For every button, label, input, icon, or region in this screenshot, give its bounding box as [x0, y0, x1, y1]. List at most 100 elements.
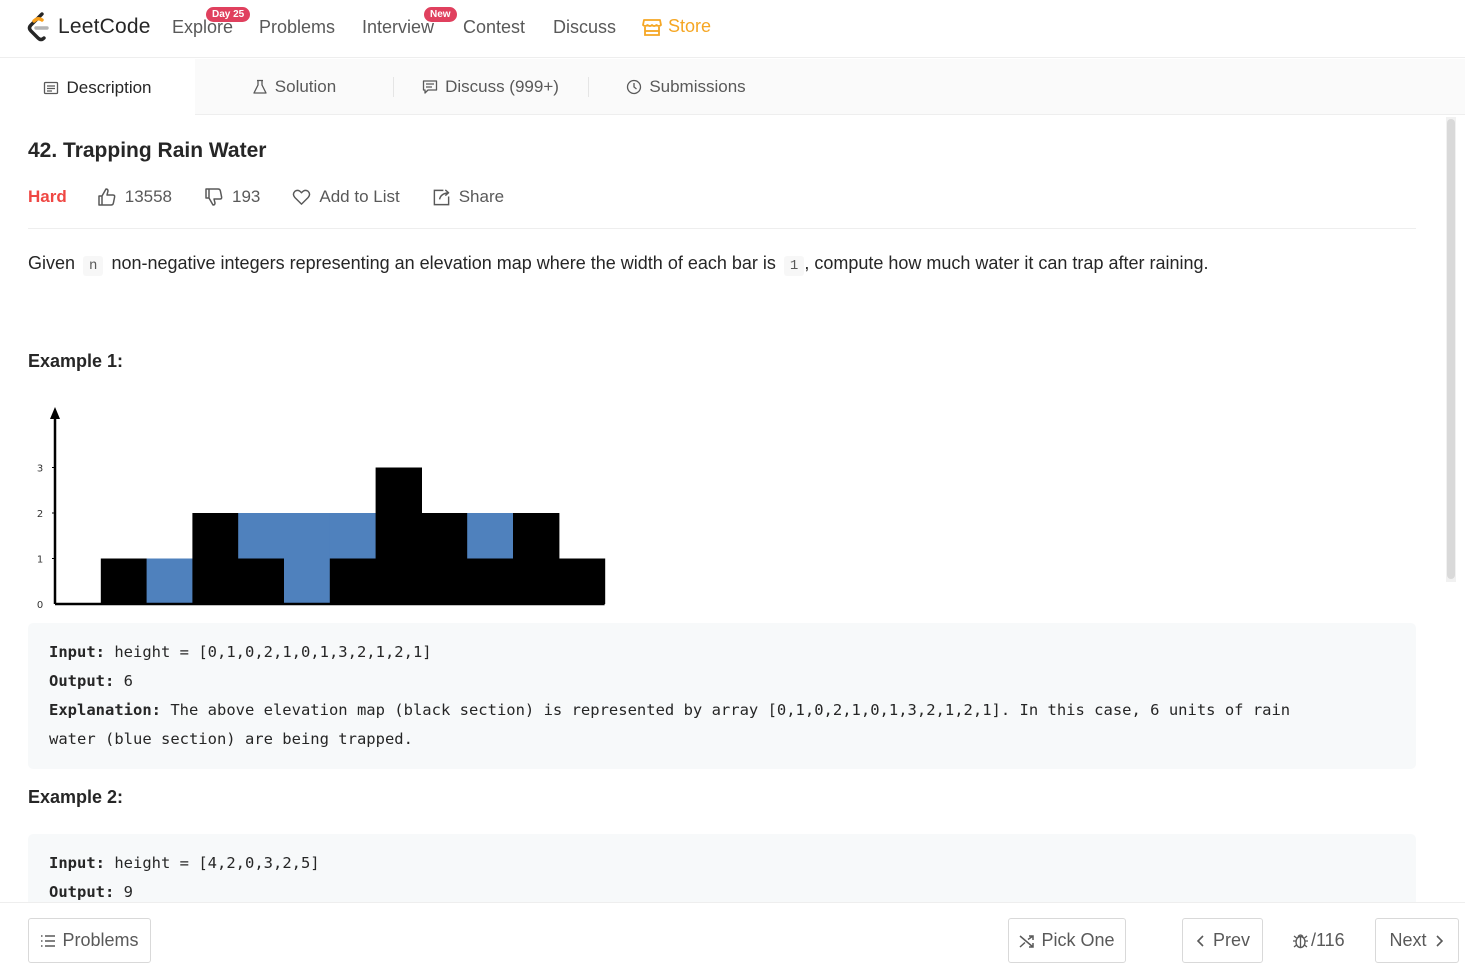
- nav-store[interactable]: Store: [642, 16, 711, 37]
- example-2-code-block: Input: height = [4,2,0,3,2,5] Output: 9: [28, 834, 1416, 902]
- like-button[interactable]: 13558: [97, 187, 172, 207]
- share-label: Share: [458, 187, 505, 206]
- pick-one-button[interactable]: Pick One: [1008, 918, 1126, 963]
- elevation-bar: [513, 513, 560, 604]
- water-bar: [329, 513, 377, 559]
- scrollbar-thumb[interactable]: [1447, 119, 1455, 579]
- next-button[interactable]: Next: [1375, 918, 1459, 963]
- list-icon: [41, 934, 56, 947]
- prev-label: Prev: [1212, 930, 1250, 950]
- y-tick-label: 0: [37, 600, 43, 609]
- y-tick-label: 2: [37, 509, 43, 520]
- elevation-bar: [375, 467, 422, 604]
- input-line: Input: height = [0,1,0,2,1,0,1,3,2,1,2,1…: [49, 638, 1395, 667]
- input-label: Input:: [49, 854, 105, 872]
- problems-list-button[interactable]: Problems: [28, 918, 151, 963]
- example-2-heading: Example 2:: [28, 787, 124, 807]
- water-bar: [146, 558, 193, 604]
- tab-discuss[interactable]: Discuss (999+): [393, 59, 588, 115]
- problems-button-label: Problems: [62, 930, 139, 950]
- statement-text: Given: [28, 253, 76, 273]
- nav-interview-label: Interview: [362, 17, 435, 37]
- new-badge: New: [424, 7, 457, 22]
- nav-problems[interactable]: Problems: [259, 17, 335, 38]
- likes-count: 13558: [124, 187, 173, 206]
- water-bar: [284, 513, 331, 604]
- description-icon: [44, 81, 59, 94]
- divider: [28, 228, 1416, 229]
- elevation-bar: [558, 558, 606, 604]
- prev-button[interactable]: Prev: [1182, 918, 1263, 963]
- y-tick-label: 1: [37, 555, 43, 566]
- explanation-text: The above elevation map (black section) …: [170, 701, 1291, 719]
- output-label: Output:: [49, 672, 115, 690]
- nav-store-label: Store: [668, 16, 712, 36]
- y-tick-label: 3: [37, 464, 43, 475]
- elevation-bar: [467, 558, 514, 604]
- statement-text: non-negative integers representing an el…: [111, 253, 776, 273]
- add-to-list-button[interactable]: Add to List: [292, 187, 400, 207]
- counter-text: /116: [1311, 930, 1345, 950]
- elevation-bar: [100, 558, 148, 604]
- output-label: Output:: [49, 883, 115, 901]
- inline-code: 1: [783, 256, 805, 276]
- clock-icon: [627, 79, 642, 95]
- example-1-heading: Example 1:: [28, 351, 124, 371]
- flask-icon: [253, 79, 267, 94]
- shuffle-icon: [1019, 934, 1035, 948]
- output-value: 6: [123, 672, 134, 690]
- tab-solution-label: Solution: [274, 77, 337, 96]
- input-value: height = [4,2,0,3,2,5]: [114, 854, 320, 872]
- water-bar: [467, 513, 514, 559]
- tab-solution[interactable]: Solution: [195, 59, 393, 115]
- nav-interview[interactable]: Interview New: [362, 7, 457, 38]
- nav-discuss[interactable]: Discuss: [553, 17, 616, 38]
- pick-one-label: Pick One: [1041, 930, 1115, 950]
- share-button[interactable]: Share: [432, 187, 504, 207]
- output-line: Output: 9: [49, 878, 1395, 902]
- input-label: Input:: [49, 643, 105, 661]
- difficulty-label: Hard: [28, 187, 67, 206]
- problem-statement: Given n non-negative integers representi…: [28, 253, 1209, 276]
- problem-tabs: Description Solution Discuss (999+) Subm…: [0, 59, 1465, 116]
- share-icon: [433, 188, 450, 205]
- comment-icon: [422, 80, 438, 94]
- store-icon: [642, 18, 662, 36]
- tab-description-label: Description: [66, 77, 152, 97]
- y-axis-arrow: [50, 407, 60, 419]
- dislikes-count: 193: [232, 187, 261, 206]
- problem-title: 42. Trapping Rain Water: [28, 139, 267, 162]
- elevation-bar: [421, 513, 468, 604]
- statement-text: , compute how much water it can trap aft…: [804, 253, 1209, 273]
- input-line: Input: height = [4,2,0,3,2,5]: [49, 849, 1395, 878]
- nav-explore[interactable]: Explore Day 25: [172, 7, 251, 38]
- footer-bar: Problems Pick One Prev /116 Next: [0, 902, 1465, 973]
- day-badge: Day 25: [206, 7, 251, 22]
- explanation-line: water (blue section) are being trapped.: [49, 730, 413, 748]
- nav-contest[interactable]: Contest: [463, 17, 525, 38]
- thumbs-up-icon: [97, 188, 116, 206]
- elevation-bar: [238, 558, 285, 604]
- leetcode-logo-icon: [27, 12, 49, 42]
- tab-submissions[interactable]: Submissions: [588, 59, 784, 115]
- output-line: Output: 6: [49, 667, 1395, 696]
- top-navbar: LeetCode Explore Day 25 Problems Intervi…: [0, 0, 1465, 58]
- problem-counter[interactable]: /116: [1292, 930, 1345, 951]
- example-1-code-block: Input: height = [0,1,0,2,1,0,1,3,2,1,2,1…: [28, 623, 1416, 769]
- problem-meta: Hard 13558 193 Add to List Share: [28, 185, 536, 209]
- tab-description[interactable]: Description: [0, 59, 195, 116]
- heart-icon: [293, 189, 311, 205]
- dislike-button[interactable]: 193: [204, 187, 260, 207]
- thumbs-down-icon: [205, 188, 223, 206]
- add-to-list-label: Add to List: [319, 187, 400, 206]
- elevation-map-chart: 0 1 2 3: [37, 407, 606, 609]
- water-bar: [238, 513, 285, 559]
- tab-discuss-label: Discuss (999+): [445, 77, 559, 96]
- elevation-bar: [192, 513, 239, 604]
- explanation-line: Explanation: The above elevation map (bl…: [49, 696, 1395, 725]
- problem-description: 42. Trapping Rain Water Hard 13558 193 A…: [28, 115, 1418, 902]
- elevation-bar: [329, 558, 377, 604]
- output-value: 9: [123, 883, 134, 901]
- next-label: Next: [1389, 930, 1427, 950]
- logo[interactable]: LeetCode: [26, 12, 151, 42]
